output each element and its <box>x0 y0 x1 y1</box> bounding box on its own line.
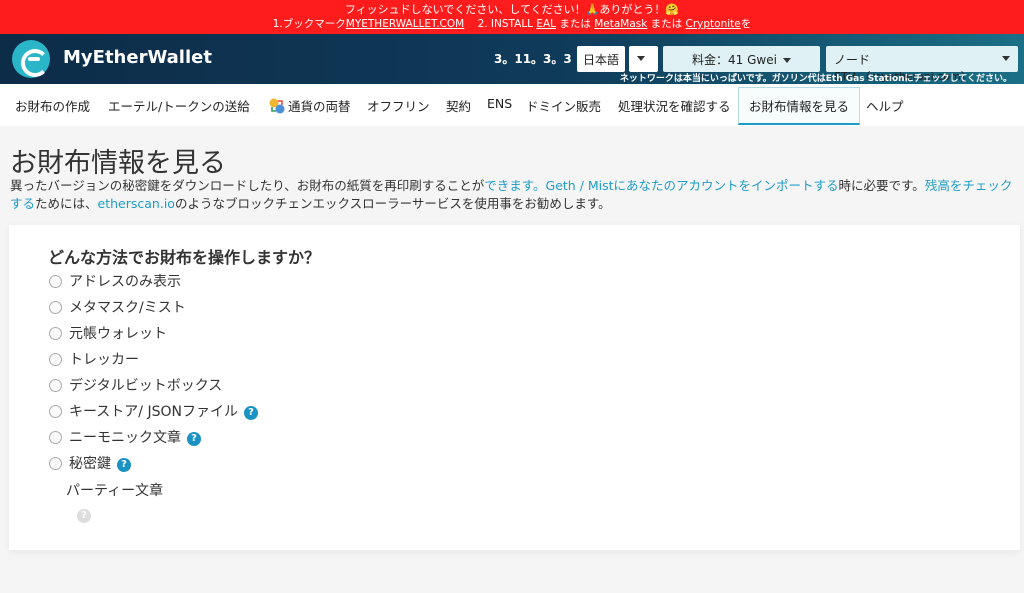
etherscan-link[interactable]: etherscan.io <box>98 196 175 211</box>
option-label: 元帳ウォレット <box>69 326 167 342</box>
option-label: メタマスク/ミスト <box>69 300 186 316</box>
warning-line-2: 1.ブックマークMYETHERWALLET.COM 2. INSTALL EAL… <box>0 17 1024 32</box>
option-label: アドレスのみ表示 <box>69 274 181 290</box>
passphrase-label: パーティー文章 <box>66 483 164 499</box>
option-digital-bitbox[interactable]: デジタルビットボックス <box>49 375 222 395</box>
mew-url-link[interactable]: MYETHERWALLET.COM <box>346 18 464 30</box>
option-metamask[interactable]: メタマスク/ミスト <box>49 297 186 317</box>
geth-import-link[interactable]: できます。Geth / Mistにあなたのアカウントをインポートする <box>484 178 838 193</box>
nav-view-wallet-info[interactable]: お財布情報を見る <box>738 87 861 125</box>
option-private-key[interactable]: 秘密鍵? <box>49 453 131 473</box>
help-icon[interactable]: ? <box>77 509 91 523</box>
radio-button[interactable] <box>49 405 62 418</box>
swap-icon <box>269 98 285 114</box>
node-select-dropdown[interactable]: ノードETH （myetherapi.com） <box>826 46 1018 83</box>
help-icon[interactable]: ? <box>187 432 201 446</box>
main-nav: お財布の作成 エーテル/トークンの送給 通貨の両替 オフフリン 契約 ENS ド… <box>0 84 1024 126</box>
access-method-title: どんな方法でお財布を操作しますか？ <box>48 248 321 267</box>
radio-button[interactable] <box>49 301 62 314</box>
hug-icon: 🤗 <box>665 3 680 16</box>
radio-button[interactable] <box>49 379 62 392</box>
option-view-address[interactable]: アドレスのみ表示 <box>49 271 181 291</box>
gas-price-dropdown[interactable]: 料金：41 Gwei <box>663 46 820 72</box>
option-label: デジタルビットボックス <box>69 378 223 394</box>
page-title: お財布情報を見る <box>10 148 226 179</box>
option-label: キーストア/ JSONファイル <box>69 404 238 420</box>
warning-thanks: ありがとう！ <box>599 3 666 16</box>
network-warning: ネットワークは本当にいっぱいです。ガソリン代はEth Gas Stationにチ… <box>619 74 1012 84</box>
chevron-down-icon <box>1002 56 1010 61</box>
language-select[interactable]: 日本語 <box>577 46 625 72</box>
node-label: ノード <box>834 53 871 67</box>
eal-link[interactable]: EAL <box>536 18 556 30</box>
nav-domain-sale[interactable]: ドミイン販売 <box>526 96 601 115</box>
radio-button[interactable] <box>49 353 62 366</box>
intro-text-4: のようなブロックチェンエックスローラーサービスを使用事をお勧めします。 <box>174 196 611 211</box>
intro-text-3: ためには、 <box>35 196 98 211</box>
option-label: トレッカー <box>69 352 139 368</box>
chevron-down-icon <box>637 56 645 61</box>
phishing-warning-banner: フィッシュドしないでください、してください！🙏ありがとう！🤗 1.ブックマークM… <box>0 0 1024 34</box>
warning-text: フィッシュドしないでください、してください！ <box>344 3 586 16</box>
nav-swap[interactable]: 通貨の両替 <box>269 96 351 115</box>
warning-line-1: フィッシュドしないでください、してください！🙏ありがとう！🤗 <box>0 2 1024 17</box>
nav-generate-wallet[interactable]: お財布の作成 <box>15 96 90 115</box>
option-keystore-json[interactable]: キーストア/ JSONファイル? <box>49 401 258 421</box>
option-trezor[interactable]: トレッカー <box>49 349 139 369</box>
warning-bookmark-text: 1.ブックマーク <box>272 18 346 30</box>
option-label: 秘密鍵 <box>69 456 111 472</box>
warning-install-text: 2. INSTALL <box>477 18 537 30</box>
nav-send-ether[interactable]: エーテル/トークンの送給 <box>108 96 250 115</box>
intro-text-1: 異ったバージョンの秘密鍵をダウンロードしたり、お財布の紙質を再印刷することが <box>10 178 485 193</box>
mew-logo-icon[interactable] <box>12 40 50 78</box>
help-icon[interactable]: ? <box>243 406 258 420</box>
option-label: ニーモニック文章 <box>69 430 181 446</box>
intro-text-2: 時に必要です。 <box>838 178 925 193</box>
version-number: 3。11。3。3 <box>494 52 572 66</box>
wallet-access-card: どんな方法でお財布を操作しますか？ アドレスのみ表示 メタマスク/ミスト 元帳ウ… <box>9 225 1020 550</box>
metamask-link[interactable]: MetaMask <box>594 18 647 30</box>
nav-help[interactable]: ヘルプ <box>866 96 904 115</box>
warning-or-text-2: または <box>647 18 686 30</box>
radio-button[interactable] <box>49 431 62 444</box>
language-dropdown-button[interactable] <box>629 46 658 72</box>
warning-or-text: または <box>556 18 595 30</box>
nav-offline[interactable]: オフフリン <box>367 96 430 115</box>
site-header: MyEtherWallet 3。11。3。3 日本語 料金：41 Gwei ノー… <box>0 34 1024 84</box>
option-ledger[interactable]: 元帳ウォレット <box>49 323 167 343</box>
option-mnemonic[interactable]: ニーモニック文章? <box>49 427 201 447</box>
warning-end-text: を <box>740 18 752 30</box>
page-intro: 異ったバージョンの秘密鍵をダウンロードしたり、お財布の紙質を再印刷することができ… <box>10 177 1020 213</box>
nav-swap-label: 通貨の両替 <box>288 99 351 114</box>
pray-icon: 🙏 <box>585 3 600 16</box>
help-icon[interactable]: ? <box>117 458 131 472</box>
radio-button[interactable] <box>49 457 62 470</box>
brand-name[interactable]: MyEtherWallet <box>63 47 212 68</box>
radio-button[interactable] <box>49 327 62 340</box>
nav-contracts[interactable]: 契約 <box>446 96 471 115</box>
nav-ens[interactable]: ENS <box>487 96 512 111</box>
radio-button[interactable] <box>49 275 62 288</box>
nav-check-tx-status[interactable]: 処理状況を確認する <box>618 96 731 115</box>
chevron-down-icon <box>782 58 791 63</box>
gas-price-label: 料金：41 Gwei <box>692 53 777 67</box>
cryptonite-link[interactable]: Cryptonite <box>686 18 741 30</box>
